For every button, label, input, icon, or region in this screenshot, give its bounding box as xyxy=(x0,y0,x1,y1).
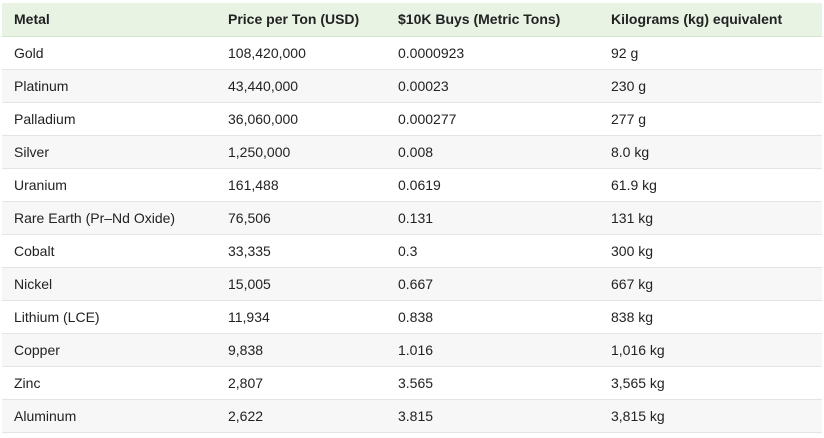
cell-metal: Aluminum xyxy=(2,399,216,433)
cell-price: 108,420,000 xyxy=(216,36,386,70)
cell-kg: 300 kg xyxy=(599,234,822,268)
cell-tons: 1.016 xyxy=(386,333,599,367)
cell-metal: Silver xyxy=(2,135,216,169)
cell-kg: 230 g xyxy=(599,69,822,103)
cell-metal: Platinum xyxy=(2,69,216,103)
table-row: Copper 9,838 1.016 1,016 kg xyxy=(2,333,822,367)
table-body: Gold 108,420,000 0.0000923 92 g Platinum… xyxy=(2,36,822,433)
table-row: Lithium (LCE) 11,934 0.838 838 kg xyxy=(2,300,822,334)
cell-metal: Gold xyxy=(2,36,216,70)
cell-kg: 61.9 kg xyxy=(599,168,822,202)
table-row: Silver 1,250,000 0.008 8.0 kg xyxy=(2,135,822,169)
cell-kg: 92 g xyxy=(599,36,822,70)
cell-metal: Uranium xyxy=(2,168,216,202)
cell-price: 33,335 xyxy=(216,234,386,268)
table-row: Rare Earth (Pr–Nd Oxide) 76,506 0.131 13… xyxy=(2,201,822,235)
cell-kg: 131 kg xyxy=(599,201,822,235)
cell-kg: 667 kg xyxy=(599,267,822,301)
metals-price-table: Metal Price per Ton (USD) $10K Buys (Met… xyxy=(2,3,822,433)
cell-price: 2,622 xyxy=(216,399,386,433)
table-row: Nickel 15,005 0.667 667 kg xyxy=(2,267,822,301)
table-row: Cobalt 33,335 0.3 300 kg xyxy=(2,234,822,268)
cell-tons: 3.815 xyxy=(386,399,599,433)
cell-tons: 3.565 xyxy=(386,366,599,400)
cell-metal: Palladium xyxy=(2,102,216,136)
cell-metal: Zinc xyxy=(2,366,216,400)
cell-price: 36,060,000 xyxy=(216,102,386,136)
cell-tons: 0.838 xyxy=(386,300,599,334)
cell-tons: 0.0000923 xyxy=(386,36,599,70)
cell-price: 161,488 xyxy=(216,168,386,202)
cell-tons: 0.131 xyxy=(386,201,599,235)
cell-kg: 277 g xyxy=(599,102,822,136)
cell-price: 15,005 xyxy=(216,267,386,301)
cell-tons: 0.667 xyxy=(386,267,599,301)
cell-tons: 0.00023 xyxy=(386,69,599,103)
header-price-per-ton: Price per Ton (USD) xyxy=(216,3,386,37)
cell-tons: 0.000277 xyxy=(386,102,599,136)
table-row: Gold 108,420,000 0.0000923 92 g xyxy=(2,36,822,70)
cell-price: 2,807 xyxy=(216,366,386,400)
cell-tons: 0.3 xyxy=(386,234,599,268)
cell-price: 11,934 xyxy=(216,300,386,334)
cell-price: 76,506 xyxy=(216,201,386,235)
table-header: Metal Price per Ton (USD) $10K Buys (Met… xyxy=(2,3,822,37)
cell-metal: Nickel xyxy=(2,267,216,301)
table-row: Platinum 43,440,000 0.00023 230 g xyxy=(2,69,822,103)
cell-metal: Cobalt xyxy=(2,234,216,268)
cell-metal: Copper xyxy=(2,333,216,367)
header-10k-buys: $10K Buys (Metric Tons) xyxy=(386,3,599,37)
cell-metal: Rare Earth (Pr–Nd Oxide) xyxy=(2,201,216,235)
metals-table-container: Metal Price per Ton (USD) $10K Buys (Met… xyxy=(2,3,822,433)
header-metal: Metal xyxy=(2,3,216,37)
cell-kg: 838 kg xyxy=(599,300,822,334)
cell-price: 9,838 xyxy=(216,333,386,367)
table-row: Aluminum 2,622 3.815 3,815 kg xyxy=(2,399,822,433)
table-row: Uranium 161,488 0.0619 61.9 kg xyxy=(2,168,822,202)
table-row: Palladium 36,060,000 0.000277 277 g xyxy=(2,102,822,136)
cell-kg: 1,016 kg xyxy=(599,333,822,367)
cell-kg: 3,815 kg xyxy=(599,399,822,433)
header-row: Metal Price per Ton (USD) $10K Buys (Met… xyxy=(2,3,822,37)
cell-price: 43,440,000 xyxy=(216,69,386,103)
header-kg-equivalent: Kilograms (kg) equivalent xyxy=(599,3,822,37)
cell-tons: 0.008 xyxy=(386,135,599,169)
cell-tons: 0.0619 xyxy=(386,168,599,202)
cell-kg: 3,565 kg xyxy=(599,366,822,400)
cell-kg: 8.0 kg xyxy=(599,135,822,169)
cell-price: 1,250,000 xyxy=(216,135,386,169)
table-row: Zinc 2,807 3.565 3,565 kg xyxy=(2,366,822,400)
cell-metal: Lithium (LCE) xyxy=(2,300,216,334)
